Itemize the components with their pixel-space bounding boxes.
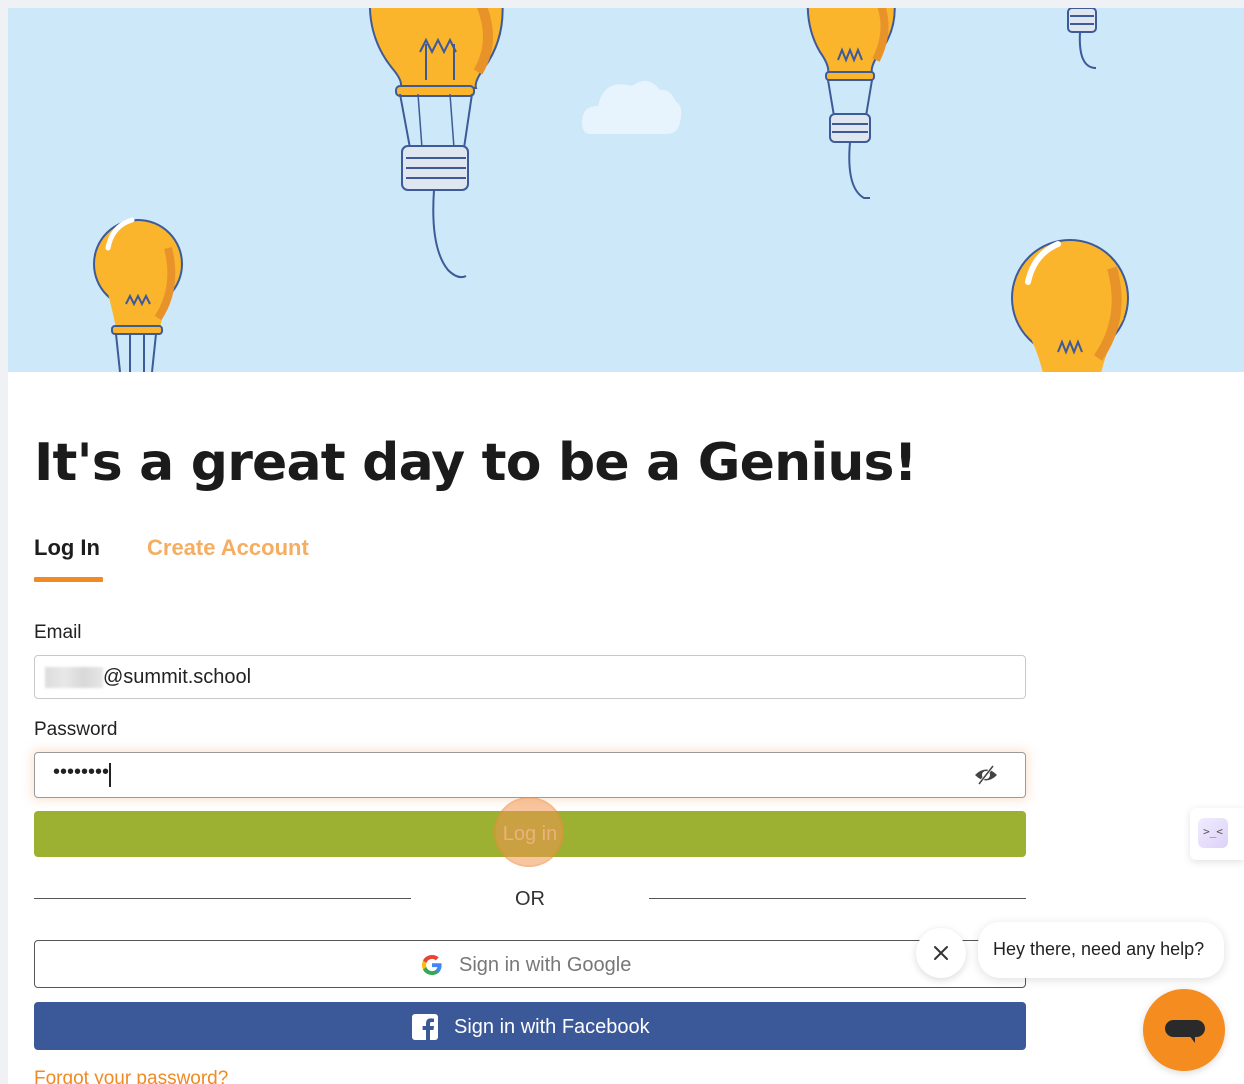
- close-icon: [934, 946, 948, 960]
- email-redacted-prefix: [45, 667, 103, 688]
- facebook-sign-in-button[interactable]: Sign in with Facebook: [34, 1002, 1026, 1050]
- lightbulb-illustration: [1067, 8, 1097, 69]
- tab-log-in[interactable]: Log In: [34, 530, 100, 566]
- lightbulb-illustration: [1011, 239, 1129, 372]
- chat-prompt-text: Hey there, need any help?: [993, 939, 1205, 959]
- google-g-icon: [422, 955, 442, 975]
- hero-banner: [8, 8, 1244, 372]
- facebook-f-icon: [412, 1014, 438, 1040]
- active-tab-indicator: [34, 577, 103, 582]
- email-value: @summit.school: [103, 666, 252, 688]
- page-title: It's a great day to be a Genius!: [34, 433, 917, 493]
- chat-close-button[interactable]: [916, 928, 966, 978]
- email-field[interactable]: @summit.school: [34, 655, 1026, 699]
- email-label: Email: [34, 622, 82, 643]
- or-label: OR: [515, 888, 545, 910]
- lightbulb-illustration: [368, 8, 504, 279]
- password-value: ••••••••: [53, 761, 110, 783]
- google-button-label: Sign in with Google: [459, 953, 632, 976]
- cloud-illustration: [582, 80, 682, 134]
- google-button-content: Sign in with Google: [421, 953, 631, 977]
- hero-illustration: [93, 8, 1129, 372]
- password-label: Password: [34, 719, 118, 740]
- facebook-button-content: Sign in with Facebook: [412, 1014, 650, 1040]
- chat-prompt-bubble[interactable]: Hey there, need any help?: [978, 922, 1224, 978]
- side-widget[interactable]: >_<: [1190, 808, 1244, 860]
- or-divider: OR: [34, 886, 1026, 910]
- divider-line: [649, 898, 1026, 899]
- click-indicator: [496, 799, 562, 865]
- eye-slash-icon[interactable]: [973, 764, 999, 786]
- widget-face-icon: >_<: [1198, 818, 1228, 848]
- forgot-password-link[interactable]: Forgot your password?: [34, 1068, 228, 1084]
- facebook-button-label: Sign in with Facebook: [454, 1015, 650, 1038]
- chat-launcher-button[interactable]: [1143, 989, 1225, 1071]
- google-sign-in-button[interactable]: Sign in with Google: [34, 940, 1026, 988]
- text-caret: [109, 763, 111, 787]
- lightbulb-illustration: [93, 217, 183, 372]
- tab-create-account[interactable]: Create Account: [147, 530, 309, 566]
- lightbulb-illustration: [806, 8, 896, 199]
- password-field[interactable]: ••••••••: [34, 752, 1026, 798]
- chat-icon: [1165, 1020, 1205, 1043]
